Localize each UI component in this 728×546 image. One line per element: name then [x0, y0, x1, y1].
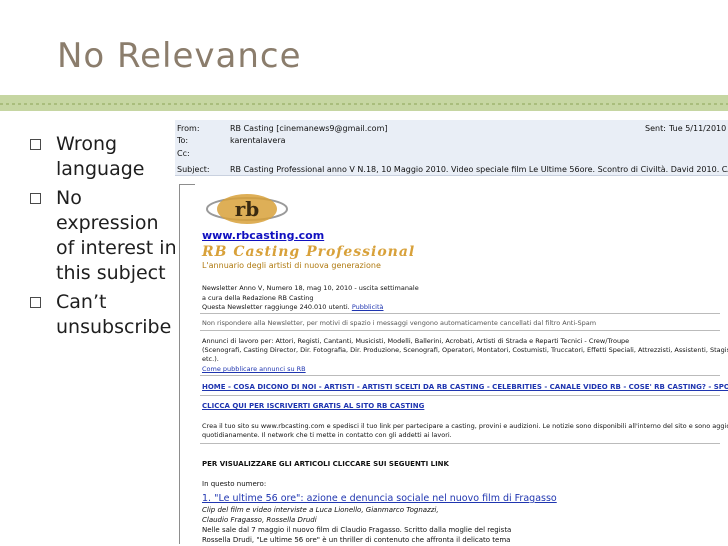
bullet-text: No expression of interest in this subjec…: [56, 187, 177, 284]
square-bullet-icon: [30, 297, 41, 308]
logo-text: rb: [235, 197, 260, 221]
divider: [200, 395, 720, 396]
pubblicita-link[interactable]: Pubblicità: [352, 303, 384, 311]
bullet-text: Wrong language: [56, 133, 145, 180]
reach-line: Questa Newsletter raggiunge 240.010 uten…: [202, 303, 384, 311]
brand-script: RB Casting Professional: [202, 244, 416, 260]
annunci-line-1[interactable]: Annunci di lavoro per: Attori, Registi, …: [202, 337, 629, 345]
annunci-line-2: (Scenografi, Casting Director, Dir. Foto…: [202, 346, 728, 354]
subject-value: RB Casting Professional anno V N.18, 10 …: [230, 165, 728, 174]
body-frame-left: [179, 184, 180, 544]
title-rule-dots: [0, 103, 728, 105]
sent-value: Tue 5/11/2010 1: [669, 124, 728, 133]
site-link[interactable]: www.rbcasting.com: [202, 229, 324, 242]
rb-logo-icon: rb: [206, 194, 288, 224]
crea-line-1: Crea il tuo sito su www.rbcasting.com e …: [202, 422, 728, 430]
subject-label: Subject:: [177, 165, 210, 174]
bullet-list: Wrong language No expression of interest…: [30, 132, 180, 344]
article-body-2: Rossella Drudi, "Le ultime 56 ore" è un …: [202, 536, 511, 544]
divider: [200, 375, 720, 376]
articoli-heading: PER VISUALIZZARE GLI ARTICOLI CLICCARE S…: [202, 460, 449, 468]
from-label: From:: [177, 124, 200, 133]
slide-title: No Relevance: [57, 36, 302, 76]
cc-label: Cc:: [177, 149, 190, 158]
article-sub-2: Claudio Fragasso, Rossella Drudi: [202, 516, 317, 524]
annunci-line-3: etc.).: [202, 355, 219, 363]
to-value[interactable]: karentalavera: [230, 136, 286, 145]
divider: [200, 330, 720, 331]
from-value[interactable]: RB Casting [cinemanews9@gmail.com]: [230, 124, 388, 133]
bullet-item: No expression of interest in this subjec…: [30, 186, 180, 286]
no-reply-note: Non rispondere alla Newsletter, per moti…: [202, 319, 597, 327]
email-screenshot: From: RB Casting [cinemanews9@gmail.com]…: [175, 120, 728, 546]
article-body-1: Nelle sale dal 7 maggio il nuovo film di…: [202, 526, 512, 534]
iscriviti-link[interactable]: CLICCA QUI PER ISCRIVERTI GRATIS AL SITO…: [202, 402, 424, 410]
square-bullet-icon: [30, 193, 41, 204]
divider: [200, 443, 720, 444]
crea-line-2: quotidianamente. Il network che ti mette…: [202, 431, 452, 439]
article-sub-1: Clip del film e video interviste a Luca …: [202, 506, 439, 514]
newsletter-line: Newsletter Anno V, Numero 18, mag 10, 20…: [202, 284, 419, 292]
square-bullet-icon: [30, 139, 41, 150]
email-header: From: RB Casting [cinemanews9@gmail.com]…: [175, 120, 728, 176]
come-pubblicare-link[interactable]: Come pubblicare annunci su RB: [202, 365, 306, 373]
reach-text: Questa Newsletter raggiunge 240.010 uten…: [202, 303, 350, 311]
redazione-line: a cura della Redazione RB Casting: [202, 294, 314, 302]
bullet-item: Wrong language: [30, 132, 180, 182]
divider: [200, 313, 720, 314]
bullet-item: Can’t unsubscribe: [30, 290, 180, 340]
body-frame-top: [179, 184, 195, 185]
sent-label: Sent:: [645, 124, 666, 133]
nav-links[interactable]: HOME - COSA DICONO DI NOI - ARTISTI - AR…: [202, 383, 728, 391]
in-numero: In questo numero:: [202, 480, 267, 488]
tagline: L'annuario degli artisti di nuova genera…: [202, 261, 381, 270]
bullet-text: Can’t unsubscribe: [56, 291, 172, 338]
article-title-link[interactable]: 1. "Le ultime 56 ore": azione e denuncia…: [202, 493, 557, 504]
to-label: To:: [177, 136, 189, 145]
